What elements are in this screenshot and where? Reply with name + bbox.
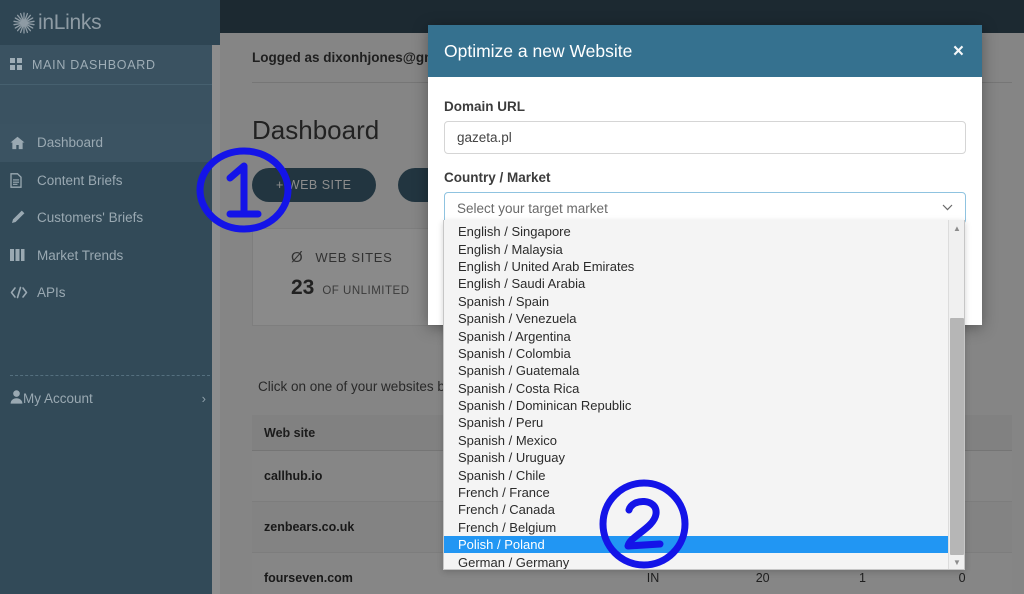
- table-cell-c: 0: [958, 571, 966, 585]
- app-root: inLinks MAIN DASHBOARD Dashboard Content…: [0, 0, 1024, 594]
- sidebar-item-content-briefs-label: Content Briefs: [37, 172, 123, 188]
- table-cell-a: 20: [755, 571, 770, 585]
- document-icon: [10, 172, 29, 188]
- close-icon[interactable]: ×: [953, 42, 964, 61]
- dropdown-option[interactable]: Spanish / Peru: [444, 414, 950, 431]
- dropdown-option-selected[interactable]: Polish / Poland: [444, 536, 950, 554]
- country-market-dropdown[interactable]: English / Singapore English / Malaysia E…: [443, 220, 965, 570]
- sidebar-item-apis[interactable]: APIs: [0, 274, 220, 312]
- book-icon: [10, 248, 29, 262]
- table-cell-site: fourseven.com: [264, 571, 353, 585]
- dropdown-option[interactable]: English / Saudi Arabia: [444, 275, 950, 292]
- dropdown-option[interactable]: French / Belgium: [444, 519, 950, 536]
- dropdown-scrollbar-thumb[interactable]: [950, 318, 964, 555]
- sidebar-item-my-account[interactable]: My Account ›: [0, 376, 220, 421]
- add-web-site-button[interactable]: + WEB SITE: [252, 168, 376, 202]
- dropdown-option[interactable]: English / United Arab Emirates: [444, 258, 950, 275]
- home-icon: [10, 136, 29, 150]
- stat-card-sublabel: OF UNLIMITED: [322, 285, 410, 297]
- dropdown-option[interactable]: Spanish / Chile: [444, 466, 950, 483]
- sidebar-nav: Dashboard Content Briefs Customers' Brie…: [0, 124, 220, 421]
- dropdown-option[interactable]: Spanish / Colombia: [444, 345, 950, 362]
- dropdown-option[interactable]: Spanish / Guatemala: [444, 362, 950, 379]
- stat-card-label: WEB SITES: [315, 250, 393, 265]
- grid-icon: [10, 58, 23, 71]
- sidebar-item-market-trends-label: Market Trends: [37, 247, 124, 263]
- dropdown-option[interactable]: German / Germany: [444, 553, 950, 569]
- dropdown-option[interactable]: Spanish / Dominican Republic: [444, 397, 950, 414]
- sidebar-item-customers-briefs-label: Customers' Briefs: [37, 210, 144, 226]
- modal-header: Optimize a new Website ×: [428, 25, 982, 77]
- starburst-icon: [12, 11, 36, 35]
- dropdown-option[interactable]: Spanish / Spain: [444, 293, 950, 310]
- scroll-up-arrow-icon[interactable]: ▲: [949, 220, 964, 236]
- table-hint-text: Click on one of your websites b: [258, 379, 445, 394]
- table-cell-b: 1: [858, 571, 866, 585]
- stat-card-value: 23: [291, 276, 315, 299]
- sidebar-item-apis-label: APIs: [37, 285, 66, 301]
- sidebar-nav-spacer: [0, 312, 220, 375]
- sidebar-scrollbar[interactable]: [212, 45, 220, 594]
- country-market-label: Country / Market: [444, 170, 551, 185]
- table-cell-market: IN: [646, 571, 660, 585]
- sidebar: inLinks MAIN DASHBOARD Dashboard Content…: [0, 0, 220, 594]
- dropdown-option[interactable]: Spanish / Mexico: [444, 432, 950, 449]
- dropdown-option[interactable]: English / Singapore: [444, 223, 950, 240]
- dropdown-option[interactable]: Spanish / Uruguay: [444, 449, 950, 466]
- sidebar-subheader-area: [0, 85, 220, 124]
- sidebar-logo[interactable]: inLinks: [0, 0, 220, 45]
- modal-title: Optimize a new Website: [444, 40, 633, 61]
- domain-url-label: Domain URL: [444, 99, 525, 114]
- sidebar-item-dashboard-label: Dashboard: [37, 135, 104, 151]
- sidebar-logo-text: inLinks: [38, 10, 102, 34]
- scroll-down-arrow-icon[interactable]: ▼: [949, 554, 964, 569]
- sidebar-item-content-briefs[interactable]: Content Briefs: [0, 162, 220, 200]
- globe-icon: Ø: [291, 249, 304, 266]
- dropdown-option[interactable]: French / France: [444, 484, 950, 501]
- dropdown-option[interactable]: French / Canada: [444, 501, 950, 518]
- chevron-down-icon: [942, 203, 953, 214]
- code-icon: [10, 286, 29, 299]
- dropdown-option[interactable]: Spanish / Costa Rica: [444, 380, 950, 397]
- sidebar-item-dashboard[interactable]: Dashboard: [0, 124, 220, 162]
- dropdown-option[interactable]: English / Malaysia: [444, 240, 950, 257]
- country-market-select-placeholder: Select your target market: [457, 200, 608, 216]
- dropdown-option[interactable]: Spanish / Venezuela: [444, 310, 950, 327]
- user-icon: [10, 389, 23, 407]
- sidebar-item-market-trends[interactable]: Market Trends: [0, 237, 220, 275]
- page-title: Dashboard: [252, 115, 380, 145]
- chevron-right-icon: ›: [201, 390, 206, 406]
- pencil-icon: [10, 210, 29, 225]
- dropdown-scrollbar[interactable]: ▲ ▼: [948, 220, 964, 569]
- sidebar-item-customers-briefs[interactable]: Customers' Briefs: [0, 199, 220, 237]
- domain-url-input[interactable]: [444, 121, 966, 154]
- logged-as-text: Logged as dixonhjones@gm: [252, 50, 437, 65]
- sidebar-main-dashboard-label: MAIN DASHBOARD: [32, 57, 156, 72]
- sidebar-item-main-dashboard[interactable]: MAIN DASHBOARD: [0, 45, 220, 85]
- sidebar-item-my-account-label: My Account: [23, 390, 93, 406]
- dropdown-option[interactable]: Spanish / Argentina: [444, 327, 950, 344]
- dropdown-option-list: English / Singapore English / Malaysia E…: [444, 220, 950, 569]
